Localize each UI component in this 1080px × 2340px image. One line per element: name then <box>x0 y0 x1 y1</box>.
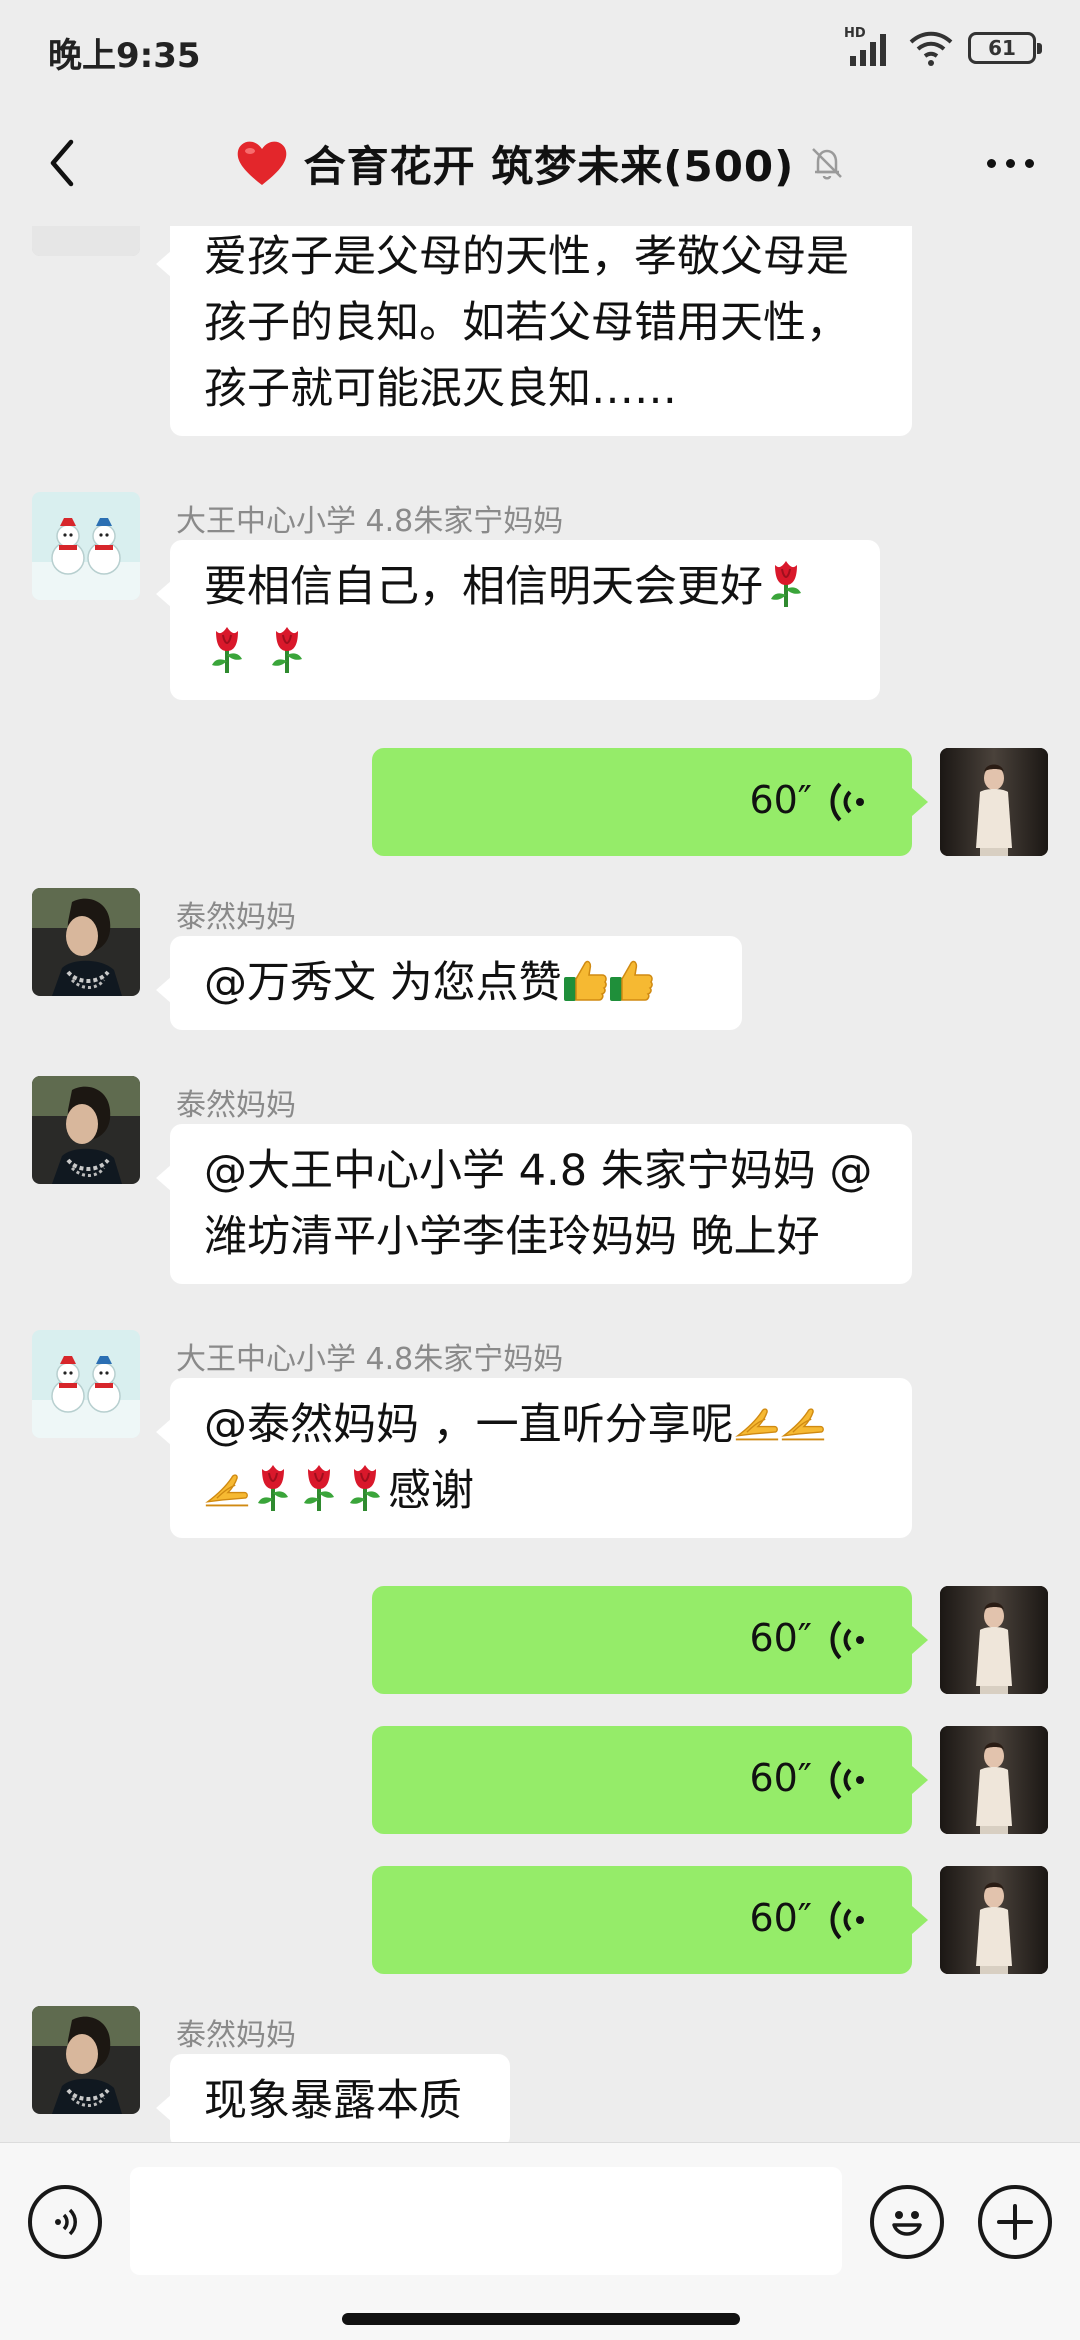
rose-emoji-icon <box>763 559 809 609</box>
avatar[interactable] <box>32 888 140 996</box>
more-dot-icon <box>1005 158 1015 168</box>
chat-input-bar <box>0 2142 1080 2340</box>
voice-input-icon <box>55 2208 77 2236</box>
more-options-button[interactable] <box>970 128 1050 198</box>
voice-message[interactable]: 60″ <box>372 1866 928 1974</box>
sender-name: 泰然妈妈 <box>176 1088 296 1123</box>
voice-message[interactable]: 60″ <box>372 1726 928 1834</box>
chat-title-group: 合育花开 筑梦未来(500) <box>0 128 1080 198</box>
battery-icon: 61 <box>968 32 1042 64</box>
status-bar: 晚上9:35 HD 61 <box>0 0 1080 100</box>
more-dot-icon <box>986 158 996 168</box>
sender-name: 泰然妈妈 <box>176 2018 296 2053</box>
message-bubble[interactable]: 爱孩子是父母的天性，孝敬父母是 孩子的良知。如若父母错用天性， 孩子就可能泯灭良… <box>156 226 912 436</box>
rose-emoji-icon <box>296 1463 342 1513</box>
message-bubble[interactable]: 要相信自己，相信明天会更好 <box>156 540 880 700</box>
emoji-icon <box>892 2211 922 2236</box>
message-text: 孩子的良知。如若父母错用天性， <box>204 298 849 348</box>
thumbs-up-emoji-icon <box>608 955 654 1005</box>
chat-message-list[interactable]: 爱孩子是父母的天性，孝敬父母是 孩子的良知。如若父母错用天性， 孩子就可能泯灭良… <box>0 226 1080 2142</box>
self-avatar[interactable] <box>940 1586 1048 1694</box>
rose-emoji-icon <box>204 625 250 675</box>
avatar[interactable] <box>32 2006 140 2114</box>
pray-emoji-icon <box>734 1397 780 1447</box>
more-dot-icon <box>1024 158 1034 168</box>
avatar[interactable] <box>32 226 140 256</box>
pray-emoji-icon <box>204 1463 250 1513</box>
message-text: 感谢 <box>388 1466 474 1516</box>
chat-header: 合育花开 筑梦未来(500) <box>0 100 1080 226</box>
message-bubble[interactable]: 现象暴露本质 <box>156 2054 510 2142</box>
voice-wave-icon <box>830 1900 864 1940</box>
self-avatar[interactable] <box>940 748 1048 856</box>
sender-name: 大王中心小学 4.8朱家宁妈妈 <box>176 504 564 539</box>
rose-emoji-icon <box>264 625 310 675</box>
self-avatar[interactable] <box>940 1726 1048 1834</box>
message-text-line: @万秀文 为您点赞 <box>204 950 708 1016</box>
message-bubble[interactable]: @万秀文 为您点赞 <box>156 936 742 1030</box>
voice-message[interactable]: 60″ <box>372 1586 928 1694</box>
pray-emoji-icon <box>780 1397 826 1447</box>
rose-emoji-icon <box>342 1463 388 1513</box>
voice-duration: 60″ <box>749 1756 812 1800</box>
message-text-line: 感谢 <box>204 1458 878 1524</box>
emoji-button[interactable] <box>870 2185 944 2259</box>
avatar[interactable] <box>32 492 140 600</box>
voice-duration: 60″ <box>749 778 812 822</box>
avatar[interactable] <box>32 1330 140 1438</box>
voice-duration: 60″ <box>749 1616 812 1660</box>
more-functions-button[interactable] <box>978 2185 1052 2259</box>
rose-emoji-icon <box>250 1463 296 1513</box>
message-bubble[interactable]: @大王中心小学 4.8 朱家宁妈妈 @ 潍坊清平小学李佳玲妈妈 晚上好 <box>156 1124 912 1284</box>
message-text: 现象暴露本质 <box>204 2076 462 2126</box>
wifi-icon <box>909 31 953 66</box>
home-indicator[interactable] <box>342 2313 740 2325</box>
voice-wave-icon <box>830 1760 864 1800</box>
message-text: 爱孩子是父母的天性，孝敬父母是 <box>204 232 849 282</box>
thumbs-up-emoji-icon <box>562 955 608 1005</box>
message-text: 潍坊清平小学李佳玲妈妈 晚上好 <box>204 1212 820 1262</box>
avatar[interactable] <box>32 1076 140 1184</box>
message-text: 要相信自己，相信明天会更好 <box>204 562 763 612</box>
voice-input-button[interactable] <box>28 2185 102 2259</box>
message-text: @万秀文 为您点赞 <box>204 958 562 1008</box>
battery-level: 61 <box>988 36 1016 60</box>
chat-title: 合育花开 筑梦未来(500) <box>303 141 795 191</box>
emoji-line <box>204 620 846 686</box>
red-heart-icon <box>237 141 286 185</box>
status-icons: HD 61 <box>844 26 1042 70</box>
network-label: HD <box>844 26 866 41</box>
voice-duration: 60″ <box>749 1896 812 1940</box>
muted-bell-icon <box>812 148 843 180</box>
voice-message[interactable]: 60″ <box>372 748 928 856</box>
plus-icon <box>997 2204 1033 2240</box>
sender-name: 大王中心小学 4.8朱家宁妈妈 <box>176 1342 564 1377</box>
self-avatar[interactable] <box>940 1866 1048 1974</box>
sender-name: 泰然妈妈 <box>176 900 296 935</box>
message-bubble[interactable]: @泰然妈妈 ，一直听分享呢 感谢 <box>156 1378 912 1538</box>
message-text: 孩子就可能泯灭良知…… <box>204 364 677 414</box>
message-text: @泰然妈妈 ，一直听分享呢 <box>204 1400 734 1450</box>
message-input[interactable] <box>130 2167 842 2275</box>
voice-wave-icon <box>830 1620 864 1660</box>
status-time: 晚上9:35 <box>48 36 201 76</box>
message-text-line: 要相信自己，相信明天会更好 <box>204 554 846 620</box>
signal-icon: HD <box>844 26 894 68</box>
message-text-line: @泰然妈妈 ，一直听分享呢 <box>204 1392 878 1458</box>
voice-wave-icon <box>830 782 864 822</box>
message-text: @大王中心小学 4.8 朱家宁妈妈 @ <box>204 1146 873 1196</box>
